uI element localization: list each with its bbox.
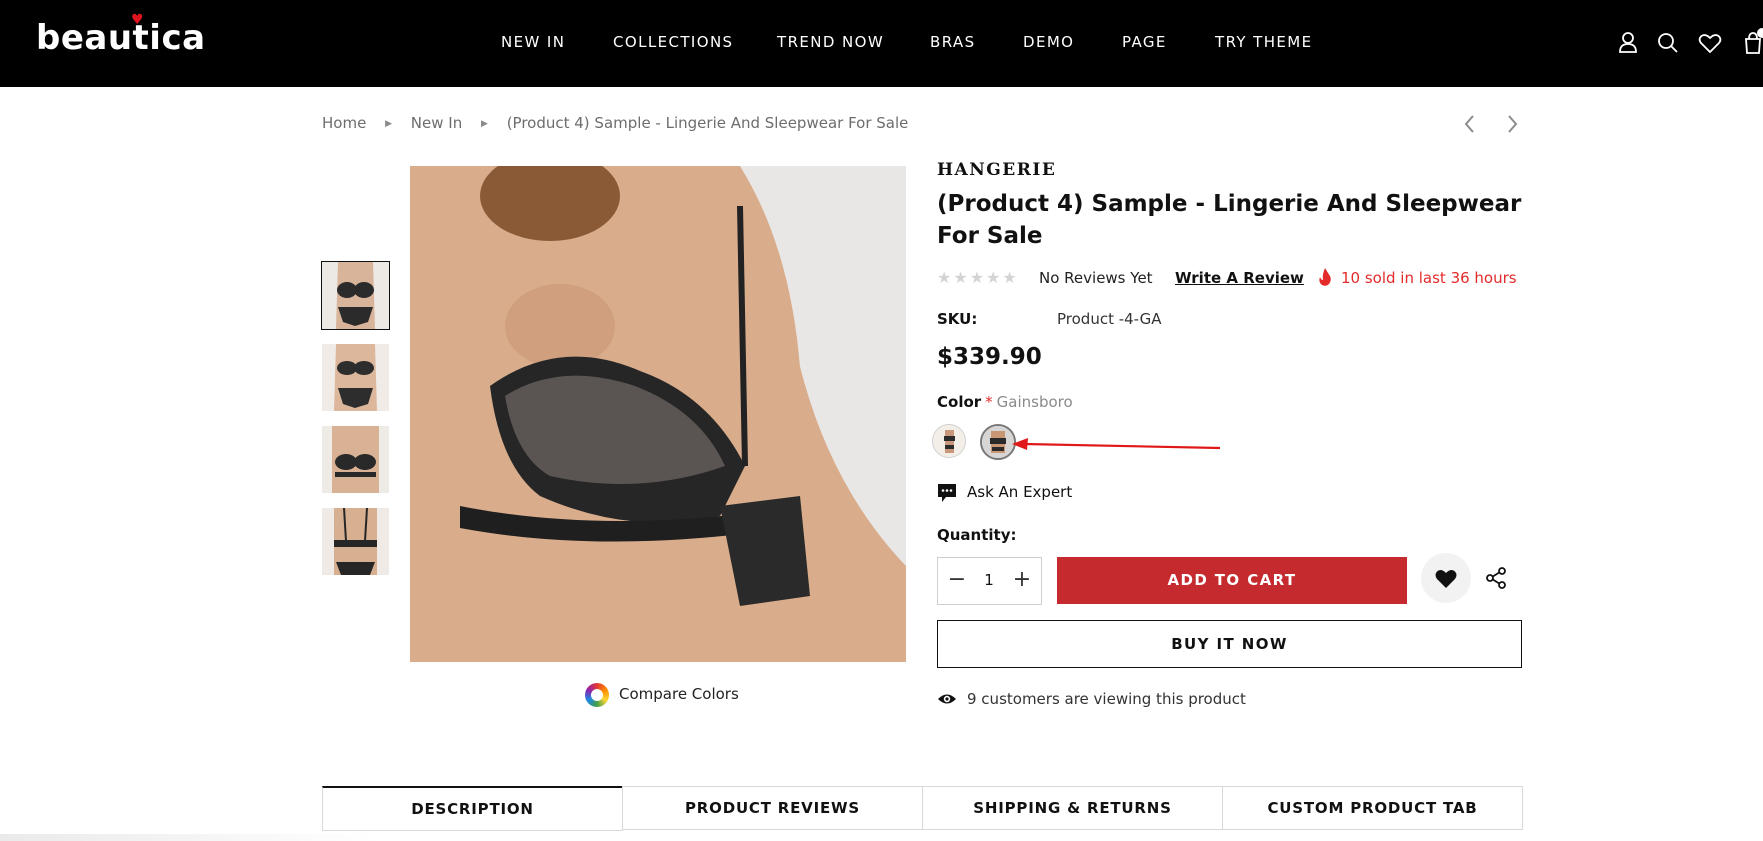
compare-colors-label: Compare Colors: [619, 685, 739, 703]
live-viewers-notice: 9 customers are viewing this product: [937, 690, 1246, 708]
main-nav: NEW IN COLLECTIONS TREND NOW BRAS DEMO P…: [0, 0, 1763, 87]
ask-expert-link[interactable]: Ask An Expert: [937, 483, 1073, 502]
quantity-label: Quantity:: [937, 526, 1017, 544]
product-price: $339.90: [937, 344, 1042, 370]
buy-it-now-button[interactable]: BUY IT NOW: [937, 620, 1522, 668]
tab-shipping-returns[interactable]: SHIPPING & RETURNS: [922, 786, 1223, 830]
quantity-stepper: − 1 +: [937, 557, 1042, 605]
selected-color-value: Gainsboro: [996, 393, 1073, 411]
breadcrumb: Home ▶ New In ▶ (Product 4) Sample - Lin…: [322, 114, 908, 132]
review-summary: ★★★★★ No Reviews Yet Write A Review 10 s…: [937, 268, 1517, 287]
product-thumbnail-3[interactable]: [322, 426, 389, 493]
chat-icon: [938, 484, 956, 502]
nav-item-collections[interactable]: COLLECTIONS: [613, 33, 733, 51]
color-swatch-1[interactable]: [932, 424, 966, 458]
prev-product-icon[interactable]: [1458, 112, 1482, 136]
fire-icon: [1317, 267, 1333, 287]
cart-icon[interactable]: [1740, 28, 1763, 58]
color-option-label: Color * Gainsboro: [937, 393, 1073, 411]
heart-filled-icon: [1435, 570, 1457, 588]
sku-label: SKU:: [937, 310, 978, 328]
product-vendor[interactable]: HANGERIE: [937, 160, 1056, 180]
breadcrumb-separator-icon: ▶: [385, 119, 392, 129]
color-label: Color: [937, 393, 982, 411]
tab-description[interactable]: DESCRIPTION: [322, 786, 623, 831]
nav-item-new-in[interactable]: NEW IN: [501, 33, 565, 51]
breadcrumb-current: (Product 4) Sample - Lingerie And Sleepw…: [506, 114, 909, 132]
compare-colors-button[interactable]: Compare Colors: [585, 683, 739, 707]
eye-icon: [938, 694, 956, 704]
sold-count-text: 10 sold in last 36 hours: [1341, 269, 1517, 287]
product-thumbnail-2[interactable]: [322, 344, 389, 411]
quantity-input[interactable]: 1: [975, 571, 1003, 589]
tab-product-reviews[interactable]: PRODUCT REVIEWS: [622, 786, 923, 830]
rating-stars: ★★★★★: [937, 268, 1019, 287]
tab-custom-product[interactable]: CUSTOM PRODUCT TAB: [1222, 786, 1523, 830]
user-icon[interactable]: [1613, 28, 1643, 58]
product-thumbnail-4[interactable]: [322, 508, 389, 575]
product-main-image[interactable]: [410, 166, 906, 662]
product-title: (Product 4) Sample - Lingerie And Sleepw…: [937, 191, 1522, 249]
reviews-count-text: No Reviews Yet: [1039, 269, 1153, 287]
write-review-link[interactable]: Write A Review: [1175, 269, 1304, 287]
heart-icon[interactable]: [1695, 28, 1725, 58]
breadcrumb-new-in[interactable]: New In: [411, 114, 462, 132]
nav-item-try-theme[interactable]: TRY THEME: [1215, 33, 1313, 51]
add-to-cart-button[interactable]: ADD TO CART: [1057, 557, 1407, 604]
annotation-arrow-icon: [1010, 430, 1225, 460]
breadcrumb-home[interactable]: Home: [322, 114, 366, 132]
product-tabs: DESCRIPTION PRODUCT REVIEWS SHIPPING & R…: [322, 786, 1523, 831]
color-wheel-icon: [585, 683, 609, 707]
share-icon[interactable]: [1484, 566, 1508, 590]
nav-item-page[interactable]: PAGE: [1122, 33, 1167, 51]
site-header: beautica ♥ NEW IN COLLECTIONS TREND NOW …: [0, 0, 1763, 87]
nav-item-bras[interactable]: BRAS: [930, 33, 976, 51]
breadcrumb-separator-icon: ▶: [480, 119, 488, 129]
product-thumbnail-1[interactable]: [321, 261, 390, 330]
ask-expert-label: Ask An Expert: [967, 483, 1073, 501]
sku-value: Product -4-GA: [1057, 310, 1162, 328]
next-product-icon[interactable]: [1500, 112, 1524, 136]
search-icon[interactable]: [1653, 28, 1683, 58]
viewing-count-text: 9 customers are viewing this product: [967, 690, 1246, 708]
bottom-edge-shadow: [0, 834, 380, 841]
add-to-wishlist-button[interactable]: [1421, 553, 1471, 603]
nav-item-trend-now[interactable]: TREND NOW: [777, 33, 884, 51]
required-mark: *: [985, 393, 993, 411]
quantity-decrease-button[interactable]: −: [944, 566, 970, 594]
quantity-increase-button[interactable]: +: [1009, 566, 1035, 594]
nav-item-demo[interactable]: DEMO: [1023, 33, 1074, 51]
